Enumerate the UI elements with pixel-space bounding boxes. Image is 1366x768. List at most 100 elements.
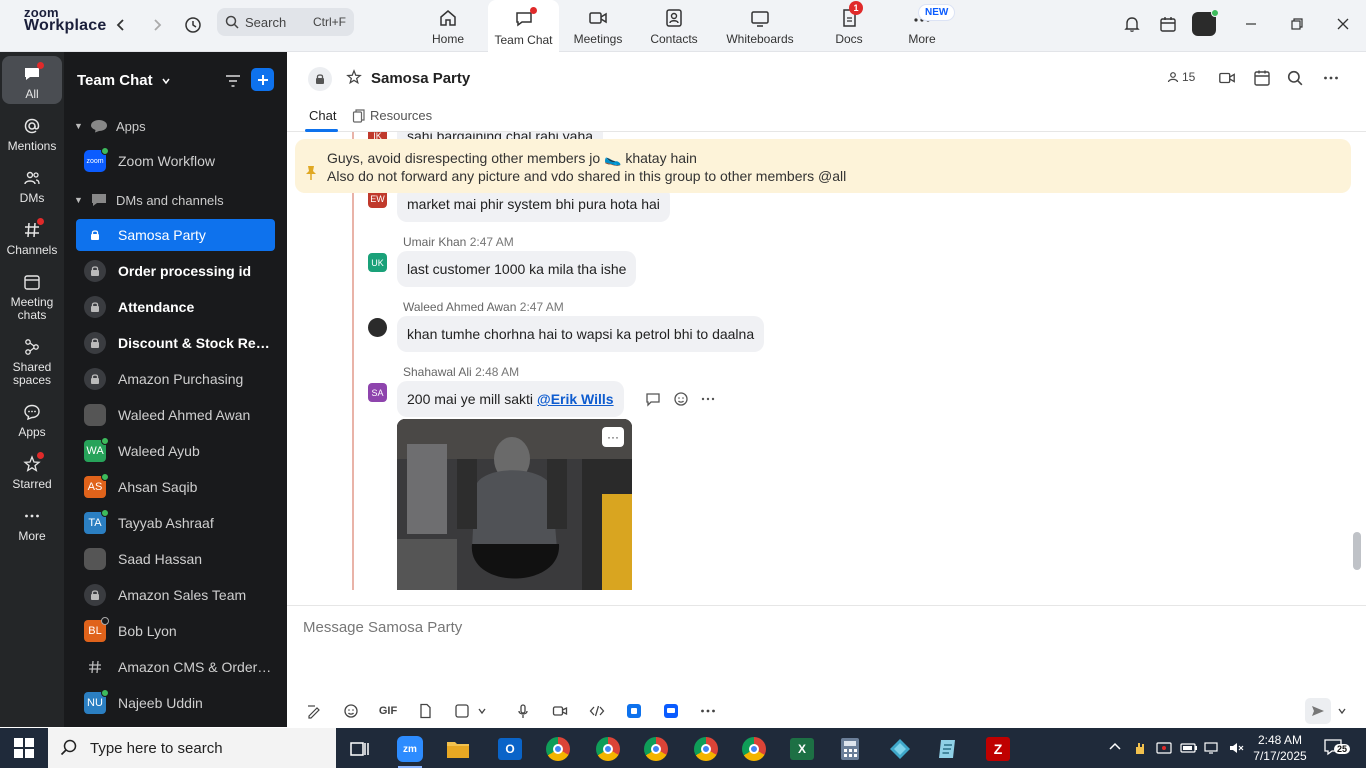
video-message-button[interactable] — [547, 698, 573, 724]
tab-chat[interactable]: Chat — [309, 108, 336, 123]
file-button[interactable] — [412, 698, 438, 724]
app-two-button[interactable] — [658, 698, 684, 724]
section-apps[interactable]: ▼ Apps — [74, 116, 146, 136]
nav-home[interactable]: Home — [424, 0, 472, 52]
sidebar-item-order-processing-id[interactable]: Order processing id — [76, 255, 275, 287]
forward-button[interactable] — [144, 12, 170, 38]
send-options-button[interactable] — [1337, 704, 1347, 719]
tray-app-icon[interactable] — [1132, 740, 1148, 759]
taskbar-app-note[interactable] — [928, 732, 968, 766]
sidebar-item-attendance[interactable]: Attendance — [76, 291, 275, 323]
tray-network-icon[interactable] — [1204, 740, 1220, 759]
taskbar-chrome-4[interactable] — [686, 732, 726, 766]
rail-starred[interactable]: Starred — [2, 452, 62, 491]
taskbar-outlook[interactable]: O — [490, 732, 530, 766]
restore-button[interactable] — [1283, 10, 1311, 38]
minimize-button[interactable] — [1237, 10, 1265, 38]
sidebar-title-dropdown[interactable]: Team Chat — [77, 72, 171, 89]
sidebar-item-samosa-party[interactable]: Samosa Party — [76, 219, 275, 251]
app-one-button[interactable] — [621, 698, 647, 724]
windows-start-button[interactable] — [14, 738, 34, 761]
taskbar-file-explorer[interactable] — [438, 732, 478, 766]
star-channel-button[interactable] — [346, 69, 362, 88]
message-bubble[interactable]: last customer 1000 ka mila tha ishe — [397, 251, 637, 287]
sidebar-item-amazon-purchasing[interactable]: Amazon Purchasing — [76, 363, 275, 395]
history-button[interactable] — [180, 12, 206, 38]
filter-button[interactable] — [222, 70, 244, 92]
sidebar-item-saad-hassan[interactable]: Saad Hassan — [76, 543, 275, 575]
sidebar-item-bob-lyon[interactable]: BL Bob Lyon — [76, 615, 275, 647]
reply-button[interactable] — [645, 391, 661, 410]
members-button[interactable]: 15 — [1167, 70, 1195, 84]
new-chat-button[interactable] — [251, 68, 274, 91]
rail-shared-spaces[interactable]: Shared spaces — [2, 335, 62, 387]
rail-meeting-chats[interactable]: Meeting chats — [2, 270, 62, 322]
message-input[interactable]: Message Samosa Party — [303, 619, 462, 636]
taskbar-excel[interactable]: X — [782, 732, 822, 766]
taskbar-calculator[interactable] — [830, 732, 870, 766]
channel-search-button[interactable] — [1287, 70, 1303, 86]
section-dms-channels[interactable]: ▼ DMs and channels — [74, 190, 224, 210]
sidebar-item-amazon-cms-ordera[interactable]: Amazon CMS & OrderA... — [76, 651, 275, 683]
tray-battery-icon[interactable] — [1180, 740, 1198, 759]
message-bubble[interactable]: khan tumhe chorhna hai to wapsi ka petro… — [397, 316, 765, 352]
message-more-button[interactable] — [701, 392, 715, 409]
notifications-button[interactable] — [1118, 10, 1146, 38]
audio-button[interactable] — [510, 698, 536, 724]
mention-link[interactable]: @Erik Wills — [537, 391, 614, 407]
screenshot-options-button[interactable] — [475, 698, 489, 724]
taskbar-filezilla[interactable]: Z — [978, 732, 1018, 766]
rail-all[interactable]: All — [2, 56, 62, 104]
tab-resources[interactable]: Resources — [352, 108, 432, 123]
format-button[interactable] — [301, 698, 327, 724]
tray-overflow-button[interactable] — [1108, 740, 1122, 757]
notification-center-button[interactable]: 25 — [1324, 738, 1351, 759]
sidebar-item-discount-stock-res[interactable]: Discount & Stock Res... — [76, 327, 275, 359]
nav-whiteboards[interactable]: Whiteboards — [724, 0, 796, 52]
rail-dms[interactable]: DMs — [2, 166, 62, 205]
calendar-button[interactable] — [1154, 10, 1182, 38]
send-button[interactable] — [1305, 698, 1331, 724]
pinned-message[interactable]: Guys, avoid disrespecting other members … — [295, 139, 1351, 193]
nav-meetings[interactable]: Meetings — [572, 0, 624, 52]
gif-button[interactable]: GIF — [375, 698, 401, 724]
app-zoom-workflow[interactable]: zoom Zoom Workflow — [76, 145, 275, 177]
screenshot-button[interactable] — [449, 698, 475, 724]
taskbar-chrome-1[interactable] — [538, 732, 578, 766]
sidebar-item-najeeb-uddin[interactable]: NU Najeeb Uddin — [76, 687, 275, 719]
schedule-button[interactable] — [1253, 69, 1271, 87]
sidebar-item-waleed-ayub[interactable]: WA Waleed Ayub — [76, 435, 275, 467]
close-button[interactable] — [1329, 10, 1357, 38]
nav-team-chat[interactable]: Team Chat — [488, 0, 559, 53]
taskbar-chrome-5[interactable] — [734, 732, 774, 766]
rail-apps[interactable]: Apps — [2, 400, 62, 439]
rail-more[interactable]: More — [2, 504, 62, 543]
back-button[interactable] — [108, 12, 134, 38]
search-bar[interactable]: Search Ctrl+F — [217, 8, 354, 36]
message-scrollbar[interactable] — [1353, 532, 1361, 570]
rail-channels[interactable]: Channels — [2, 218, 62, 257]
message-image[interactable]: ··· — [397, 419, 632, 590]
taskbar-clock[interactable]: 2:48 AM 7/17/2025 — [1248, 732, 1312, 764]
taskbar-chrome-3[interactable] — [636, 732, 676, 766]
rail-mentions[interactable]: Mentions — [2, 114, 62, 153]
taskbar-chrome-2[interactable] — [588, 732, 628, 766]
composer-more-button[interactable] — [695, 698, 721, 724]
taskbar-search[interactable]: Type here to search — [48, 728, 336, 768]
react-button[interactable] — [673, 391, 689, 410]
channel-title[interactable]: Samosa Party — [371, 70, 470, 87]
image-more-button[interactable]: ··· — [602, 427, 624, 447]
taskbar-zoom[interactable]: zm — [390, 732, 430, 768]
nav-contacts[interactable]: Contacts — [648, 0, 700, 52]
taskbar-app-diamond[interactable] — [880, 732, 920, 766]
message-composer[interactable]: Message Samosa Party GIF — [287, 605, 1366, 727]
tray-volume-icon[interactable] — [1228, 740, 1244, 759]
task-view-button[interactable] — [340, 732, 380, 766]
video-call-button[interactable] — [1218, 69, 1236, 87]
sidebar-item-amazon-sales-team[interactable]: Amazon Sales Team — [76, 579, 275, 611]
tray-security-icon[interactable] — [1156, 740, 1172, 759]
emoji-button[interactable] — [338, 698, 364, 724]
profile-avatar[interactable] — [1190, 9, 1219, 38]
sidebar-item-tayyab-ashraaf[interactable]: TA Tayyab Ashraaf — [76, 507, 275, 539]
sidebar-item-waleed-ahmed-awan[interactable]: Waleed Ahmed Awan — [76, 399, 275, 431]
